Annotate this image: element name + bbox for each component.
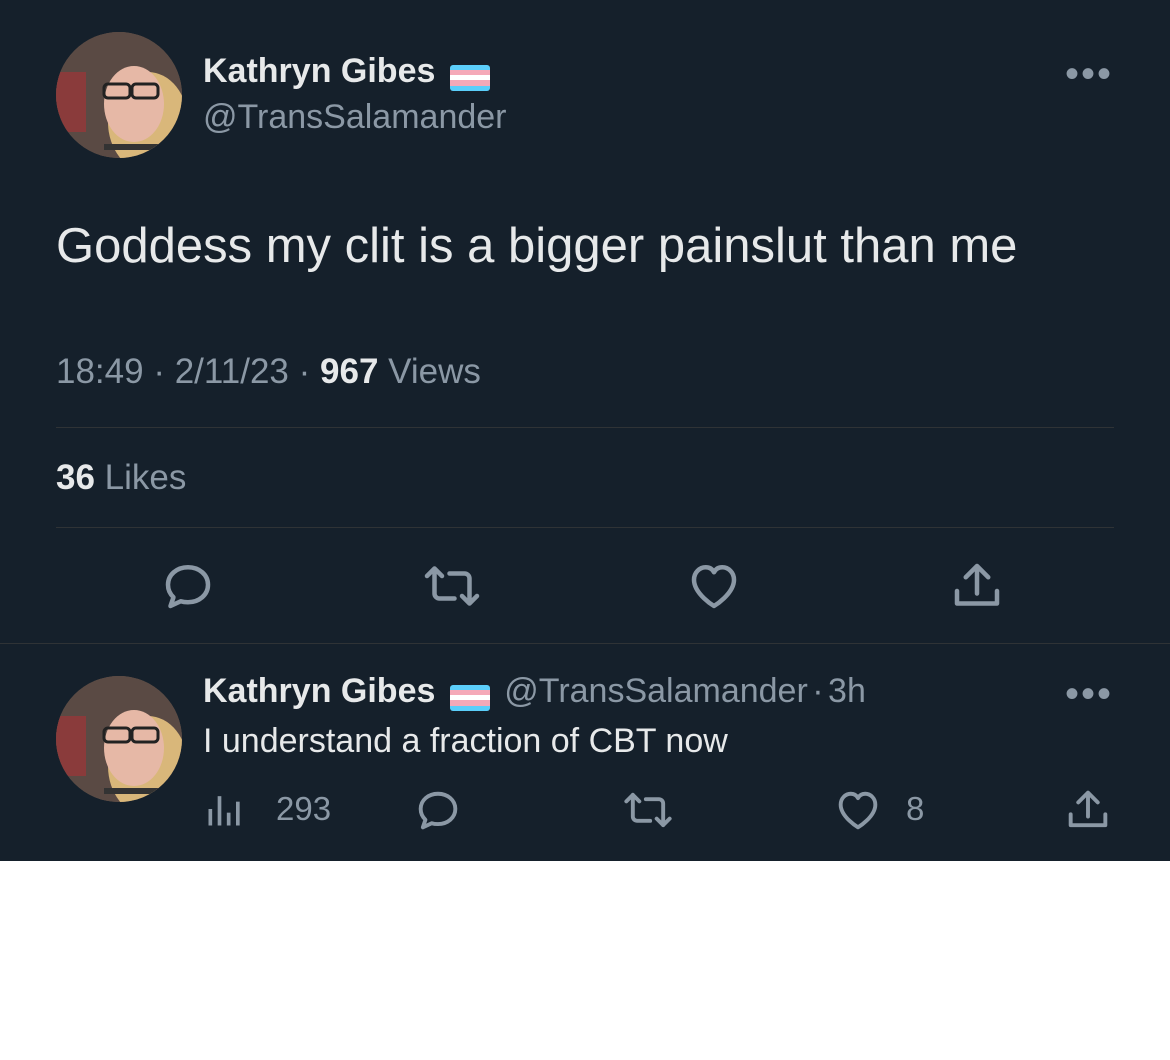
reply-views-count: 293 bbox=[276, 790, 332, 827]
reply-time[interactable]: 3h bbox=[828, 672, 866, 710]
likes-stat[interactable]: 36 Likes bbox=[56, 458, 186, 498]
tweet-time[interactable]: 18:49 bbox=[56, 352, 144, 391]
reply-retweet-icon[interactable] bbox=[622, 784, 674, 836]
retweet-icon[interactable] bbox=[422, 556, 482, 616]
reply-like-icon[interactable] bbox=[832, 784, 884, 836]
reply-likes-count: 8 bbox=[906, 790, 925, 827]
separator: · bbox=[812, 672, 824, 710]
tweet-meta: 18:49 · 2/11/23 · 967 Views bbox=[56, 352, 481, 392]
more-icon[interactable]: ••• bbox=[1065, 52, 1113, 97]
views-label: Views bbox=[388, 352, 481, 391]
tweet-text: Goddess my clit is a bigger painslut tha… bbox=[56, 219, 1018, 273]
reply-author-name[interactable]: Kathryn Gibes bbox=[203, 672, 435, 710]
avatar[interactable] bbox=[56, 32, 182, 158]
views-count: 967 bbox=[320, 352, 379, 391]
reply-avatar[interactable] bbox=[56, 676, 182, 802]
trans-flag-icon bbox=[449, 684, 490, 711]
likes-count: 36 bbox=[56, 458, 95, 497]
reply-header: Kathryn Gibes @TransSalamander · 3h bbox=[203, 672, 866, 711]
tweet-date[interactable]: 2/11/23 bbox=[175, 352, 289, 391]
divider bbox=[0, 643, 1170, 644]
reply-icon[interactable] bbox=[158, 556, 218, 616]
reply-text: I understand a fraction of CBT now bbox=[203, 722, 728, 760]
divider bbox=[56, 427, 1114, 428]
reply-author-handle[interactable]: @TransSalamander bbox=[504, 672, 808, 710]
separator: · bbox=[298, 352, 311, 391]
divider bbox=[56, 527, 1114, 528]
like-icon[interactable] bbox=[684, 556, 744, 616]
reply-share-icon[interactable] bbox=[1062, 784, 1114, 836]
author-handle[interactable]: @TransSalamander bbox=[203, 98, 507, 137]
author-name[interactable]: Kathryn Gibes bbox=[203, 52, 435, 90]
reply-more-icon[interactable]: ••• bbox=[1065, 672, 1113, 717]
share-icon[interactable] bbox=[947, 556, 1007, 616]
trans-flag-icon bbox=[449, 64, 490, 91]
separator: · bbox=[153, 352, 165, 391]
views-icon[interactable] bbox=[203, 785, 247, 833]
reply-reply-icon[interactable] bbox=[412, 784, 464, 836]
likes-label: Likes bbox=[104, 458, 187, 497]
